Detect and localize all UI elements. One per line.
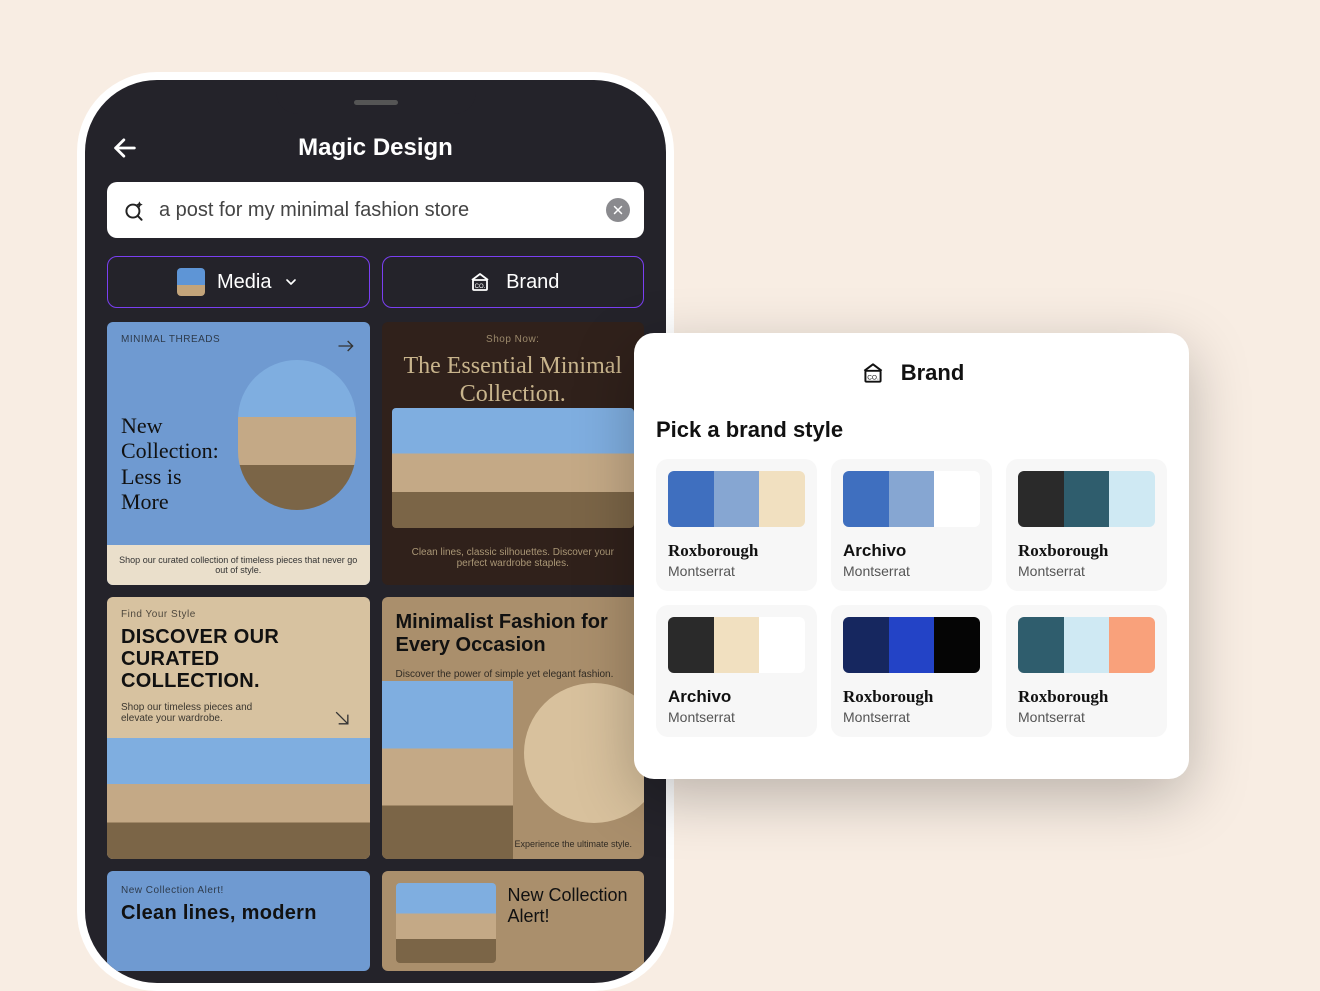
app-title: Magic Design: [298, 134, 453, 162]
phone-notch: [276, 80, 476, 114]
card-heading: New Collection: Less is More: [107, 405, 227, 522]
arrow-diag-icon: [332, 708, 352, 733]
svg-text:CO.: CO.: [475, 284, 486, 290]
brand-style-option[interactable]: Roxborough Montserrat: [1006, 459, 1167, 591]
media-thumb-icon: [177, 268, 205, 296]
brand-pill[interactable]: CO. Brand: [382, 256, 645, 308]
magic-sparkle-icon: [121, 197, 147, 223]
brand-options-grid: RoxboroughMontserratArchivoMontserratRox…: [656, 459, 1167, 737]
brand-icon: CO.: [466, 268, 494, 296]
phone-screen: Magic Design Media: [85, 80, 666, 983]
template-card[interactable]: New Collection Alert! Clean lines, moder…: [107, 871, 370, 971]
phone-frame: Magic Design Media: [77, 72, 674, 991]
palette-swatches: [843, 617, 980, 673]
card-shape: [524, 683, 644, 823]
card-image: [238, 360, 356, 510]
card-caption: Experience the ultimate style.: [514, 839, 632, 849]
template-card[interactable]: New Collection Alert!: [382, 871, 645, 971]
brand-option-subheading: Montserrat: [668, 709, 805, 725]
card-heading: Clean lines, modern: [107, 896, 370, 930]
card-heading: Minimalist Fashion for Every Occasion: [382, 597, 645, 665]
arrow-right-icon: [336, 336, 356, 361]
brand-option-heading: Roxborough: [1018, 541, 1155, 561]
template-card[interactable]: Minimalist Fashion for Every Occasion Di…: [382, 597, 645, 860]
card-overline: Shop Now:: [382, 322, 645, 345]
app-topbar: Magic Design: [107, 120, 644, 176]
brand-pill-label: Brand: [506, 271, 559, 294]
card-image: [392, 408, 635, 528]
search-bar[interactable]: [107, 182, 644, 238]
card-footer: Shop our curated collection of timeless …: [107, 545, 370, 585]
brand-style-option[interactable]: Roxborough Montserrat: [1006, 605, 1167, 737]
brand-option-heading: Roxborough: [1018, 687, 1155, 707]
brand-style-option[interactable]: Roxborough Montserrat: [831, 605, 992, 737]
template-card[interactable]: Find Your Style DISCOVER OUR CURATED COL…: [107, 597, 370, 860]
chevron-down-icon: [283, 274, 299, 290]
popover-section-title: Pick a brand style: [656, 417, 1167, 443]
card-heading: DISCOVER OUR CURATED COLLECTION.: [107, 620, 370, 698]
card-heading: The Essential Minimal Collection.: [382, 345, 645, 416]
card-overline: New Collection Alert!: [107, 871, 370, 896]
brand-style-option[interactable]: Archivo Montserrat: [831, 459, 992, 591]
popover-title: Brand: [901, 360, 965, 386]
palette-swatches: [1018, 471, 1155, 527]
card-image: [382, 681, 513, 860]
palette-swatches: [1018, 617, 1155, 673]
palette-swatches: [668, 617, 805, 673]
card-overline: Find Your Style: [107, 597, 370, 620]
filter-pills: Media CO. Brand: [107, 256, 644, 308]
brand-option-heading: Roxborough: [843, 687, 980, 707]
brand-style-option[interactable]: Roxborough Montserrat: [656, 459, 817, 591]
brand-icon: CO.: [859, 359, 887, 387]
brand-option-subheading: Montserrat: [843, 563, 980, 579]
results-grid: MINIMAL THREADS New Collection: Less is …: [107, 322, 644, 971]
svg-text:CO.: CO.: [867, 375, 879, 382]
brand-option-subheading: Montserrat: [668, 563, 805, 579]
popover-header: CO. Brand: [656, 359, 1167, 387]
brand-option-subheading: Montserrat: [1018, 563, 1155, 579]
back-button[interactable]: [111, 134, 139, 162]
brand-option-subheading: Montserrat: [843, 709, 980, 725]
brand-option-heading: Roxborough: [668, 541, 805, 561]
brand-option-subheading: Montserrat: [1018, 709, 1155, 725]
brand-option-heading: Archivo: [668, 687, 805, 707]
card-image: [396, 883, 496, 963]
media-pill[interactable]: Media: [107, 256, 370, 308]
brand-popover: CO. Brand Pick a brand style Roxborough M…: [634, 333, 1189, 779]
card-image: [107, 738, 370, 859]
template-card[interactable]: MINIMAL THREADS New Collection: Less is …: [107, 322, 370, 585]
media-pill-label: Media: [217, 271, 271, 294]
card-sub: Clean lines, classic silhouettes. Discov…: [382, 543, 645, 579]
brand-style-option[interactable]: Archivo Montserrat: [656, 605, 817, 737]
brand-option-heading: Archivo: [843, 541, 980, 561]
search-input[interactable]: [159, 199, 594, 222]
card-sub: Shop our timeless pieces and elevate you…: [107, 698, 267, 734]
clear-input-button[interactable]: [606, 198, 630, 222]
card-overline: MINIMAL THREADS: [107, 322, 370, 345]
palette-swatches: [668, 471, 805, 527]
palette-swatches: [843, 471, 980, 527]
template-card[interactable]: Shop Now: The Essential Minimal Collecti…: [382, 322, 645, 585]
